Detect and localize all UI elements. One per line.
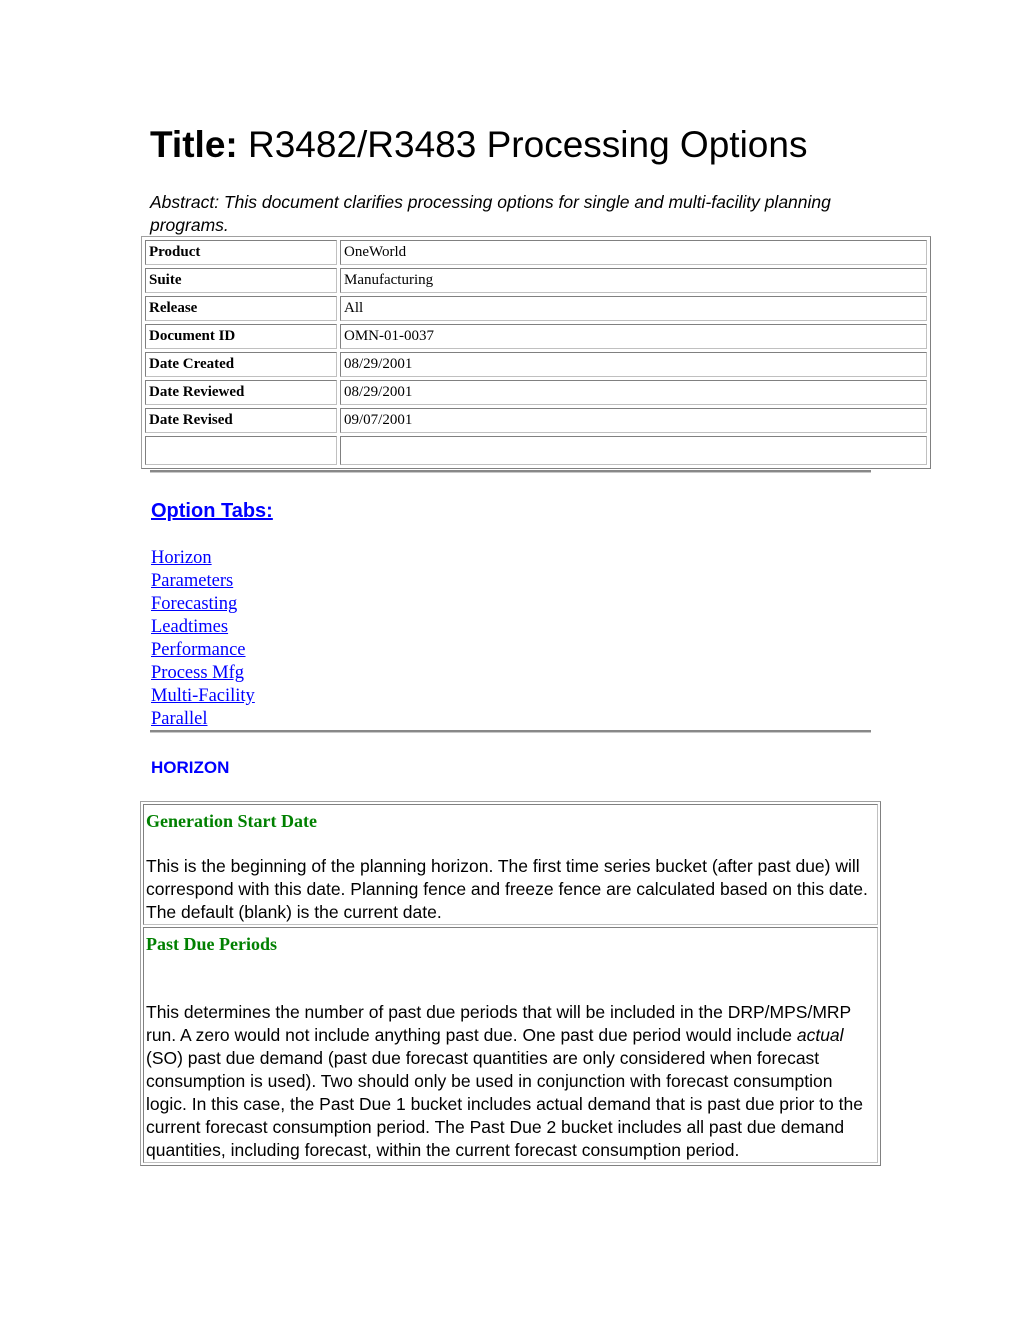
horizontal-rule [150,730,871,733]
option-name: Past Due Periods [146,934,277,954]
tab-link-leadtimes[interactable]: Leadtimes [151,617,228,637]
metadata-key: Document ID [145,324,337,349]
option-tabs-list: Horizon Parameters Forecasting Leadtimes… [151,547,255,731]
description-text: (SO) past due demand (past due forecast … [146,1048,863,1160]
option-cell: Generation Start Date This is the beginn… [143,804,878,925]
horizon-options-table: Generation Start Date This is the beginn… [140,801,881,1166]
table-row: Date Revised 09/07/2001 [145,408,927,433]
list-item: Parameters [151,570,255,593]
list-item: Process Mfg [151,662,255,685]
metadata-key: Release [145,296,337,321]
list-item: Leadtimes [151,616,255,639]
tab-link-horizon[interactable]: Horizon [151,548,212,568]
option-cell: Past Due Periods This determines the num… [143,927,878,1163]
metadata-value: All [340,296,927,321]
metadata-key: Suite [145,268,337,293]
option-tabs-heading-link[interactable]: Option Tabs: [151,498,273,524]
tab-link-parameters[interactable]: Parameters [151,571,233,591]
title-label: Title: [150,124,238,165]
table-row: Generation Start Date This is the beginn… [143,804,878,925]
description-emphasis: actual [796,1025,844,1045]
tab-link-multi-facility[interactable]: Multi-Facility [151,686,255,706]
table-row: Document ID OMN-01-0037 [145,324,927,349]
metadata-value: 09/07/2001 [340,408,927,433]
abstract: Abstract: This document clarifies proces… [150,192,831,235]
metadata-value-empty [340,436,927,465]
horizon-section-heading: HORIZON [151,758,230,777]
table-row: Release All [145,296,927,321]
metadata-value: OneWorld [340,240,927,265]
metadata-key: Date Reviewed [145,380,337,405]
option-description: This determines the number of past due p… [146,1001,877,1162]
option-name: Generation Start Date [146,811,317,831]
metadata-table: Product OneWorld Suite Manufacturing Rel… [141,236,931,469]
tab-link-parallel[interactable]: Parallel [151,709,208,729]
metadata-key: Date Revised [145,408,337,433]
metadata-key: Date Created [145,352,337,377]
metadata-key: Product [145,240,337,265]
metadata-value: 08/29/2001 [340,352,927,377]
title-text: R3482/R3483 Processing Options [237,124,808,165]
list-item: Forecasting [151,593,255,616]
list-item: Horizon [151,547,255,570]
table-row: Past Due Periods This determines the num… [143,927,878,1163]
description-text: This determines the number of past due p… [146,1002,851,1045]
table-row: Product OneWorld [145,240,927,265]
document-title: Title: R3482/R3483 Processing Options [150,122,807,168]
metadata-key-empty [145,436,337,465]
table-row [145,436,927,465]
list-item: Performance [151,639,255,662]
document-page: Title: R3482/R3483 Processing Options Ab… [0,0,1020,1320]
metadata-value: OMN-01-0037 [340,324,927,349]
table-row: Date Reviewed 08/29/2001 [145,380,927,405]
horizontal-rule [150,470,871,473]
table-row: Date Created 08/29/2001 [145,352,927,377]
metadata-value: Manufacturing [340,268,927,293]
tab-link-process-mfg[interactable]: Process Mfg [151,663,244,683]
list-item: Parallel [151,708,255,731]
option-description: This is the beginning of the planning ho… [146,856,868,922]
tab-link-performance[interactable]: Performance [151,640,246,660]
metadata-value: 08/29/2001 [340,380,927,405]
table-row: Suite Manufacturing [145,268,927,293]
list-item: Multi-Facility [151,685,255,708]
tab-link-forecasting[interactable]: Forecasting [151,594,237,614]
